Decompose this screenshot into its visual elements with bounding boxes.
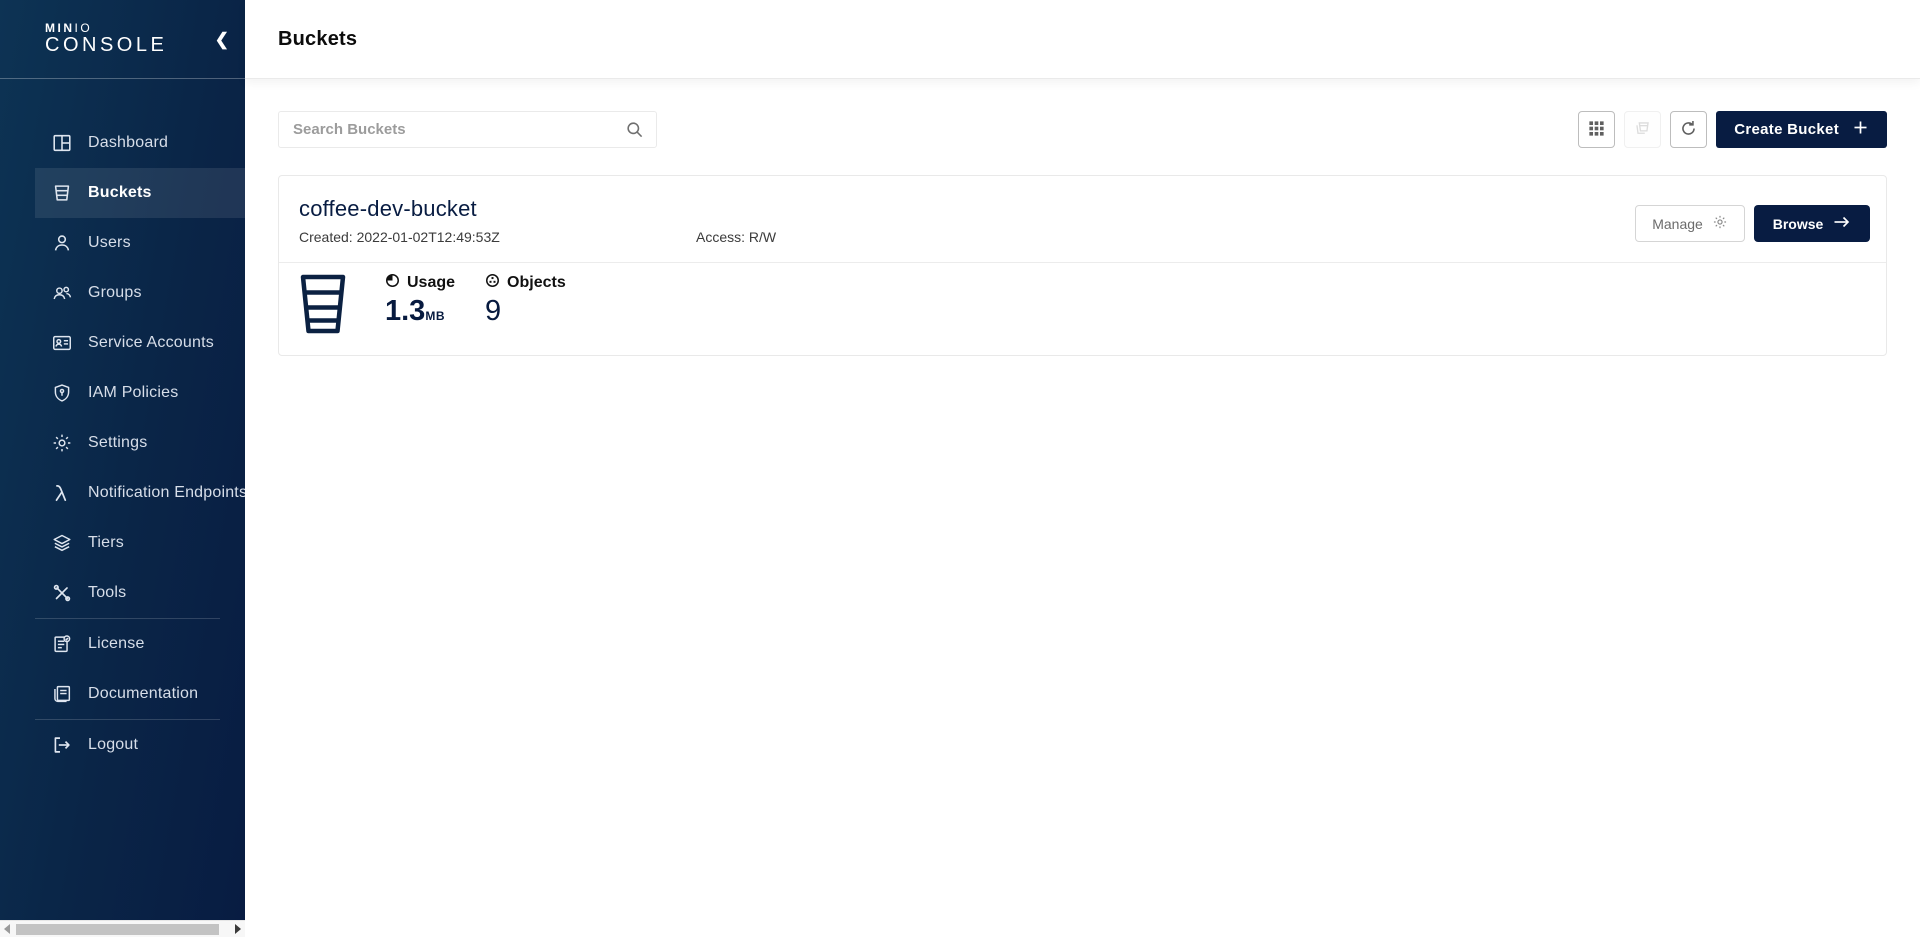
documentation-icon [51, 683, 73, 705]
users-icon [51, 232, 73, 254]
refresh-button[interactable] [1670, 111, 1707, 148]
sidebar-item-label: Logout [88, 736, 138, 754]
app-window: MINIO CONSOLE ❮ Dashboard Buckets Users Gro… [0, 0, 1920, 937]
usage-label: Usage [407, 274, 455, 292]
page-title: Buckets [278, 28, 357, 51]
sidebar-item-label: Notification Endpoints [88, 484, 245, 502]
sidebar-horizontal-scrollbar[interactable] [0, 920, 245, 937]
sidebar-item-tiers[interactable]: Tiers [35, 518, 245, 568]
sidebar-item-label: Buckets [88, 184, 152, 202]
sidebar-item-iam-policies[interactable]: IAM Policies [35, 368, 245, 418]
usage-metric: Usage 1.3MB [385, 273, 455, 332]
list-view-button [1624, 111, 1661, 148]
buckets-icon [51, 182, 73, 204]
grid-view-icon [1587, 119, 1606, 141]
dashboard-icon [51, 132, 73, 154]
main-area: Buckets [245, 0, 1920, 937]
logout-icon [51, 734, 73, 756]
grid-view-button[interactable] [1578, 111, 1615, 148]
bucket-created-label: Created: 2022-01-02T12:49:53Z [299, 229, 500, 245]
page-header: Buckets [245, 0, 1920, 79]
scrollbar-thumb[interactable] [16, 924, 219, 935]
usage-metric-label-row: Usage [385, 273, 455, 293]
bucket-name-link[interactable]: coffee-dev-bucket [299, 196, 1635, 222]
sidebar-collapse-button[interactable]: ❮ [215, 31, 229, 48]
objects-metric: Objects 9 [485, 273, 566, 327]
gear-icon [1712, 214, 1728, 233]
bucket-card-header: coffee-dev-bucket Created: 2022-01-02T12… [279, 176, 1886, 263]
plus-icon [1852, 119, 1869, 140]
license-icon [51, 633, 73, 655]
sidebar-item-notification-endpoints[interactable]: Notification Endpoints [35, 468, 245, 518]
pie-chart-icon [385, 273, 400, 293]
sidebar-item-label: License [88, 635, 145, 653]
logo-area: MINIO CONSOLE ❮ [0, 0, 245, 79]
objects-icon [485, 273, 500, 293]
bucket-meta: Created: 2022-01-02T12:49:53Z Access: R/… [299, 229, 1635, 247]
objects-label: Objects [507, 274, 566, 292]
sidebar-item-label: Users [88, 234, 131, 252]
sidebar-item-logout[interactable]: Logout [35, 720, 245, 770]
settings-icon [51, 432, 73, 454]
groups-icon [51, 282, 73, 304]
arrow-right-icon [1833, 215, 1851, 232]
sidebar-item-service-accounts[interactable]: Service Accounts [35, 318, 245, 368]
sidebar-item-users[interactable]: Users [35, 218, 245, 268]
browse-button[interactable]: Browse [1754, 205, 1870, 242]
sidebar-item-label: Dashboard [88, 134, 168, 152]
sidebar-menu: Dashboard Buckets Users Groups Service Accou… [0, 79, 245, 770]
sidebar-item-label: Groups [88, 284, 142, 302]
bucket-card: coffee-dev-bucket Created: 2022-01-02T12… [278, 175, 1887, 356]
browse-button-label: Browse [1773, 216, 1824, 232]
sidebar-item-buckets[interactable]: Buckets [35, 168, 245, 218]
chevron-left-icon: ❮ [215, 30, 229, 49]
toolbar-actions: Create Bucket [1578, 111, 1887, 148]
sidebar-item-label: IAM Policies [88, 384, 178, 402]
sidebar-item-license[interactable]: License [35, 619, 245, 669]
bucket-card-actions: Manage Browse [1635, 205, 1870, 242]
sidebar-item-label: Service Accounts [88, 334, 214, 352]
objects-value: 9 [485, 295, 566, 327]
content-area: Create Bucket coffee-dev-bucket Created:… [245, 79, 1920, 937]
tools-icon [51, 582, 73, 604]
search-buckets-input[interactable] [278, 111, 657, 148]
minio-console-logo: MINIO CONSOLE [45, 22, 167, 56]
bucket-access-label: Access: R/W [696, 229, 776, 245]
service-accounts-icon [51, 332, 73, 354]
objects-metric-label-row: Objects [485, 273, 566, 293]
sidebar-item-label: Settings [88, 434, 147, 452]
create-bucket-button[interactable]: Create Bucket [1716, 111, 1887, 148]
manage-button-label: Manage [1652, 216, 1703, 232]
bucket-info: coffee-dev-bucket Created: 2022-01-02T12… [299, 196, 1635, 247]
bucket-icon [299, 273, 347, 335]
sidebar-item-dashboard[interactable]: Dashboard [35, 118, 245, 168]
sidebar-item-label: Documentation [88, 685, 198, 703]
create-bucket-label: Create Bucket [1734, 121, 1839, 138]
sidebar-item-label: Tiers [88, 534, 124, 552]
usage-value: 1.3MB [385, 295, 455, 332]
search-wrap [278, 111, 657, 148]
buckets-toolbar: Create Bucket [278, 111, 1887, 148]
sidebar-item-settings[interactable]: Settings [35, 418, 245, 468]
tiers-icon [51, 532, 73, 554]
refresh-icon [1679, 119, 1698, 141]
logo-console-wordmark: CONSOLE [45, 34, 167, 56]
search-icon [625, 120, 644, 139]
bucket-metrics: Usage 1.3MB Objects 9 [279, 263, 1886, 355]
iam-policies-icon [51, 382, 73, 404]
sidebar-item-documentation[interactable]: Documentation [35, 669, 245, 719]
sidebar-item-groups[interactable]: Groups [35, 268, 245, 318]
lambda-icon [51, 482, 73, 504]
stacked-buckets-icon [1633, 119, 1652, 141]
scrollbar-left-arrow-icon[interactable] [0, 924, 14, 934]
manage-button[interactable]: Manage [1635, 205, 1745, 242]
sidebar: MINIO CONSOLE ❮ Dashboard Buckets Users Gro… [0, 0, 245, 937]
sidebar-item-label: Tools [88, 584, 126, 602]
scrollbar-right-arrow-icon[interactable] [231, 924, 245, 934]
sidebar-item-tools[interactable]: Tools [35, 568, 245, 618]
logo-minio-wordmark: MINIO [45, 22, 167, 34]
